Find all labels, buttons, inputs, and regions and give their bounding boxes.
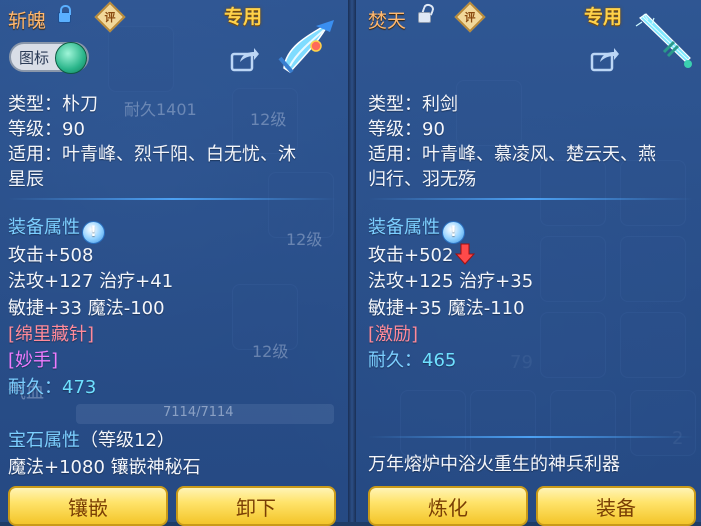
special-effect: [激励]: [368, 324, 419, 345]
icon-toggle-label: 图标: [19, 49, 50, 67]
item-usable-cont: 归行、羽无殇: [368, 169, 476, 190]
rate-badge-label: 评: [104, 11, 116, 24]
item-type: 类型：利剑: [368, 94, 458, 115]
divider: [368, 436, 693, 438]
decrease-arrow-icon: [455, 243, 476, 265]
special-effect: [绵里藏针]: [8, 324, 95, 345]
attr-magic-attack-heal: 法攻+125 治疗+35: [368, 271, 534, 292]
lock-icon[interactable]: [58, 5, 71, 23]
attr-attack-text: 攻击+502: [368, 245, 454, 266]
item-level: 等级：90: [8, 119, 85, 140]
bg-hp-value: 7114/7114: [163, 405, 234, 420]
divider: [368, 198, 693, 200]
rate-badge-label: 评: [464, 11, 476, 24]
refine-button[interactable]: 炼化: [368, 486, 528, 526]
attr-attack: 攻击+502: [368, 241, 476, 267]
durability-label: 耐久：: [368, 350, 422, 371]
equip-attr-title-text: 装备属性: [368, 217, 440, 238]
attr-magic-attack-heal: 法攻+127 治疗+41: [8, 271, 174, 292]
blade-weapon-icon: [278, 20, 334, 74]
icon-display-toggle[interactable]: 图标: [9, 42, 89, 74]
unequip-button[interactable]: 卸下: [176, 486, 336, 526]
share-icon[interactable]: [590, 46, 620, 72]
item-level: 等级：90: [368, 119, 445, 140]
item-usable: 适用：叶青峰、慕凌风、楚云天、燕: [368, 144, 656, 165]
equip-button[interactable]: 装备: [536, 486, 696, 526]
sword-weapon-icon: [635, 13, 692, 68]
durability-value: 473: [62, 377, 97, 398]
durability: 耐久：465: [368, 346, 456, 372]
attr-agility-magic: 敏捷+35 魔法-110: [368, 298, 525, 319]
toggle-knob-icon: [55, 42, 87, 74]
unlock-icon[interactable]: [418, 12, 431, 23]
bg-item-level: 12级: [252, 342, 289, 361]
attr-agility-magic: 敏捷+33 魔法-100: [8, 298, 165, 319]
bg-durability-text: 耐久1401: [124, 100, 197, 119]
gem-title-text: 宝石属性: [8, 430, 80, 451]
share-icon[interactable]: [230, 46, 260, 72]
item-description: 万年熔炉中浴火重生的神兵利器: [368, 454, 620, 475]
item-name: 斩魄: [8, 10, 47, 32]
item-type: 类型：朴刀: [8, 94, 98, 115]
gem-effect: 魔法+1080 镶嵌神秘石: [8, 457, 201, 478]
inlay-button[interactable]: 镶嵌: [8, 486, 168, 526]
item-usable: 适用：叶青峰、烈千阳、白无忧、沐: [8, 144, 296, 165]
equip-attr-title-text: 装备属性: [8, 217, 80, 238]
gem-attr-title: 宝石属性（等级12）: [8, 426, 175, 452]
bg-item-level: 12级: [286, 230, 323, 249]
equip-attr-title: 装备属性!: [8, 213, 105, 244]
bg-item-level: 12级: [250, 110, 287, 129]
durability-value: 465: [422, 350, 457, 371]
item-usable-cont: 星辰: [8, 169, 44, 190]
attr-attack: 攻击+508: [8, 245, 94, 266]
exclusive-label: 专用: [584, 6, 623, 28]
item-name: 焚天: [368, 10, 407, 32]
exclusive-label: 专用: [224, 6, 263, 28]
special-effect: [妙手]: [8, 350, 59, 371]
panel-divider: [348, 0, 356, 522]
divider: [8, 198, 338, 200]
equip-attr-title: 装备属性!: [368, 213, 465, 244]
durability-label: 耐久：: [8, 377, 62, 398]
durability: 耐久：473: [8, 373, 96, 399]
gem-level: （等级12）: [80, 430, 175, 451]
